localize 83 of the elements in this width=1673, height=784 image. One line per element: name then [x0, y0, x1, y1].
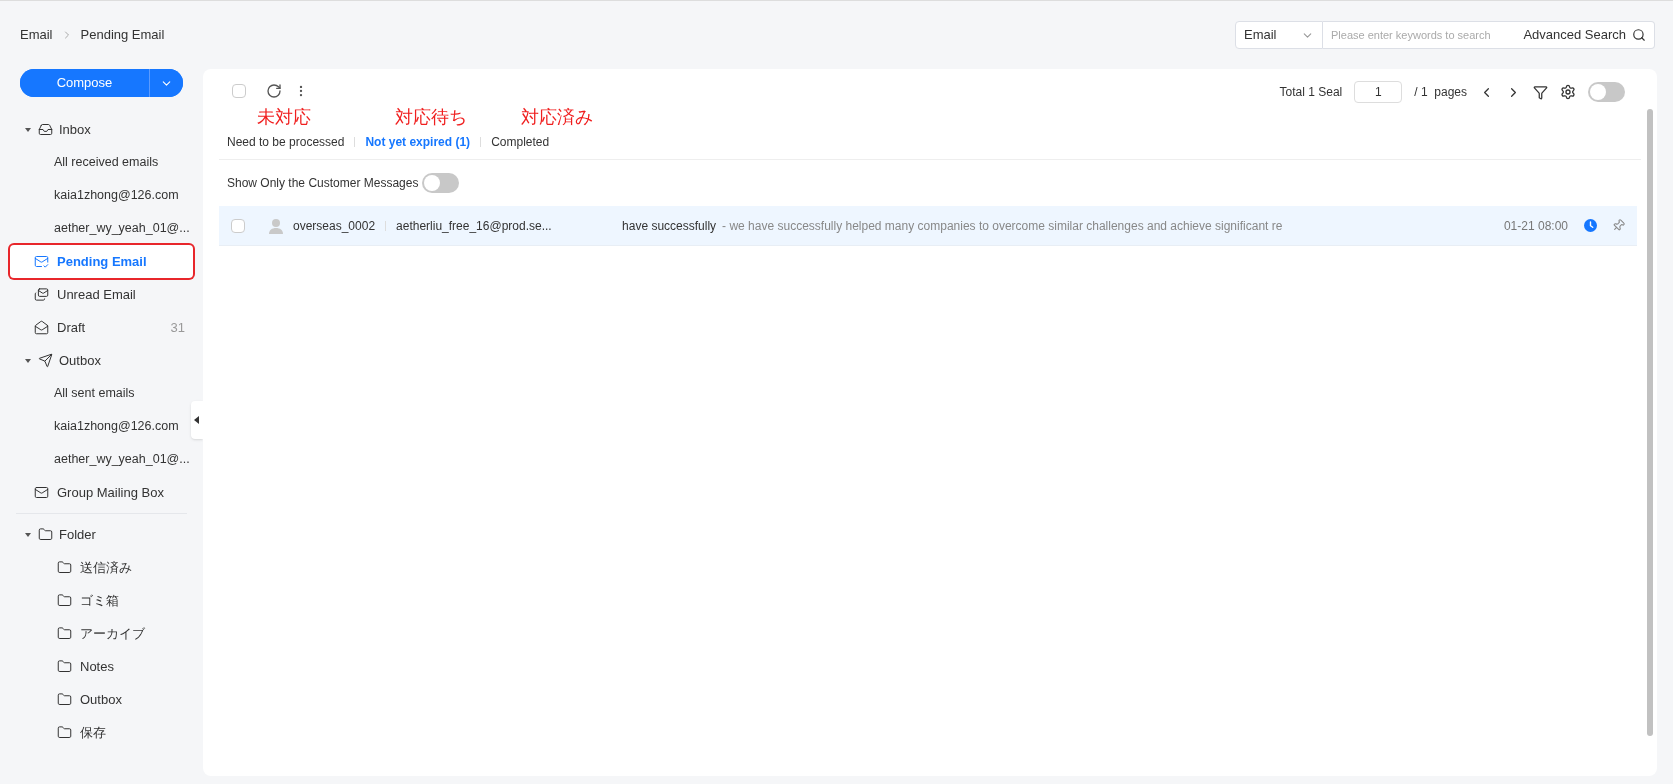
compose-menu-button[interactable] — [149, 69, 183, 97]
sidebar-item[interactable]: Unread Email — [10, 278, 193, 311]
settings-icon[interactable] — [1560, 84, 1576, 100]
sidebar-item[interactable]: All sent emails — [0, 377, 191, 410]
folder-icon — [57, 725, 72, 740]
search-field[interactable]: Please enter keywords to search — [1323, 21, 1516, 49]
folder-icon — [57, 692, 72, 707]
folder-item[interactable]: Notes — [0, 650, 203, 683]
sidebar-label: Draft — [57, 318, 87, 337]
sidebar-item[interactable]: aether_wy_yeah_01@... — [0, 443, 191, 476]
page-total: / 1 pages — [1414, 84, 1467, 101]
filter-icon[interactable] — [1533, 84, 1548, 100]
email-subject: have successfully — [622, 217, 717, 235]
status-tab[interactable]: Not yet expired (1) — [365, 133, 471, 151]
mail-check-icon — [34, 254, 49, 269]
inbox-icon — [38, 122, 53, 137]
breadcrumb-item: Pending Email — [80, 26, 165, 45]
annotation-label: 対応済み — [521, 106, 594, 129]
sidebar-label: Group Mailing Box — [57, 483, 165, 502]
open-mail-icon — [34, 320, 49, 335]
folder-item[interactable]: 送信済み — [0, 551, 203, 584]
item-count: 31 — [170, 318, 185, 337]
search-icon — [1632, 28, 1646, 42]
folder-item[interactable]: ゴミ箱 — [0, 584, 203, 617]
email-time: 01-21 08:00 — [1503, 217, 1568, 235]
sidebar-item[interactable]: Draft 31 — [10, 311, 193, 344]
mails-icon — [34, 287, 49, 302]
person-icon — [269, 217, 283, 234]
sidebar-group[interactable]: Outbox — [0, 344, 203, 377]
status-tab[interactable]: Completed — [491, 133, 550, 151]
folder-icon — [57, 593, 72, 608]
email-row[interactable]: overseas_0002 aetherliu_free_16@prod.se... have successfully - we have successfully helped many companies to overcome similar challenges and achieve significant re 01-21 08:00 — [219, 206, 1637, 246]
folder-item[interactable]: 保存 — [0, 716, 203, 749]
customer-filter-switch[interactable] — [422, 173, 460, 193]
sidebar-label: Pending Email — [57, 252, 148, 271]
status-tab[interactable]: Need to be processed — [227, 133, 345, 151]
page-field[interactable]: 1 — [1354, 81, 1403, 103]
sidebar-item[interactable]: kaia1zhong@126.com — [0, 410, 191, 443]
advanced-search-button[interactable]: Advanced Search — [1515, 21, 1655, 49]
sidebar-label: Inbox — [59, 120, 91, 139]
folder-label: Notes — [80, 657, 114, 676]
folder-item[interactable]: Outbox — [0, 683, 203, 716]
folder-item[interactable]: アーカイブ — [0, 617, 203, 650]
folder-label: 保存 — [80, 723, 106, 742]
email-preview: - we have successfully helped many companies to overcome similar challenges and achieve significant re — [722, 217, 1284, 235]
row-checkbox[interactable] — [231, 218, 245, 233]
folder-label: 送信済み — [80, 558, 132, 577]
select-all-checkbox[interactable] — [232, 84, 246, 98]
sidebar-label: Unread Email — [57, 285, 137, 304]
view-switch[interactable] — [1588, 82, 1625, 102]
send-icon — [38, 353, 53, 368]
folder-label: Outbox — [80, 690, 122, 709]
caret-icon[interactable] — [24, 530, 32, 539]
sidebar-label: Folder — [59, 525, 96, 544]
sender-address: aetherliu_free_16@prod.se... — [396, 217, 553, 235]
annotation-label: 未対応 — [257, 106, 311, 129]
collapse-handle[interactable] — [191, 401, 203, 439]
scope-select[interactable]: Email — [1235, 21, 1323, 49]
sidebar-item[interactable]: kaia1zhong@126.com — [0, 179, 191, 212]
folder-icon — [38, 527, 53, 542]
folder-label: ゴミ箱 — [80, 591, 119, 610]
sidebar-item[interactable]: All received emails — [0, 146, 191, 179]
filter-label: Show Only the Customer Messages — [227, 175, 419, 192]
sidebar-item[interactable]: Pending Email — [10, 245, 193, 278]
caret-icon[interactable] — [24, 125, 32, 134]
caret-icon[interactable] — [24, 356, 32, 365]
sidebar-item[interactable]: aether_wy_yeah_01@... — [0, 212, 191, 245]
total-count: Total 1 Seal — [1279, 84, 1343, 101]
refresh-icon[interactable] — [266, 83, 282, 99]
sender-name: overseas_0002 — [293, 217, 376, 235]
sidebar-label: Outbox — [59, 351, 101, 370]
annotation-label: 対応待ち — [395, 106, 468, 129]
breadcrumb-item[interactable]: Email — [20, 25, 53, 45]
folder-icon — [57, 659, 72, 674]
sidebar-item[interactable]: Group Mailing Box — [10, 476, 193, 509]
clock-icon[interactable] — [1584, 219, 1597, 232]
sidebar-group[interactable]: Inbox — [0, 113, 203, 146]
sidebar-group[interactable]: Folder — [0, 518, 203, 551]
folder-label: アーカイブ — [80, 624, 145, 643]
folder-icon — [57, 560, 72, 575]
folder-icon — [57, 626, 72, 641]
caret-left-icon — [194, 416, 200, 424]
mail-icon — [34, 485, 49, 500]
